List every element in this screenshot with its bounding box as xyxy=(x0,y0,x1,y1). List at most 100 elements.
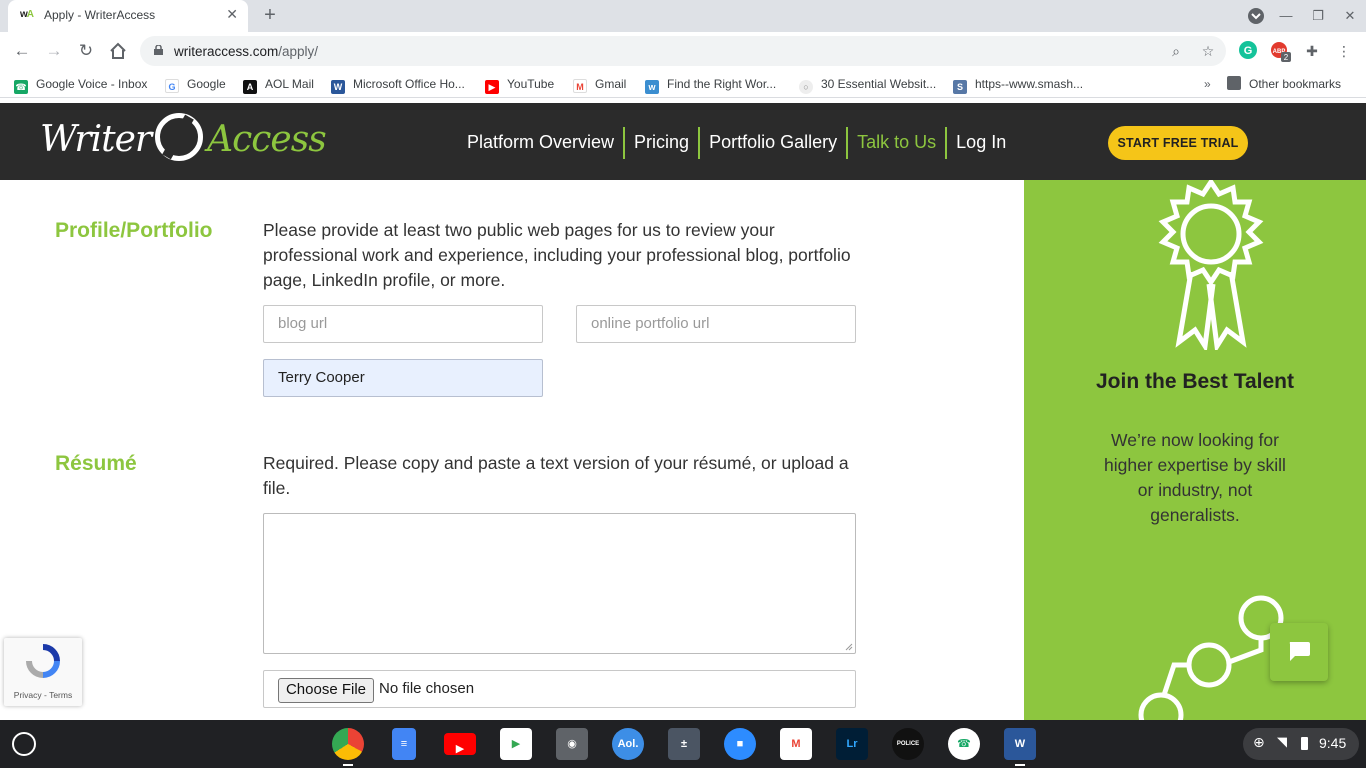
docs-app-icon[interactable]: ≡ xyxy=(392,728,416,760)
smashing-icon: S xyxy=(953,80,967,94)
choose-file-button[interactable]: Choose File xyxy=(278,678,374,703)
bookmark-item[interactable]: ▶ YouTube xyxy=(485,75,554,94)
aol-icon: A xyxy=(243,80,257,94)
chat-bubble-icon xyxy=(1289,642,1310,661)
adblock-icon[interactable]: ABP 2 xyxy=(1270,41,1291,62)
bookmark-item[interactable]: G Google xyxy=(165,75,226,93)
no-file-label: No file chosen xyxy=(379,680,475,697)
gmail-icon: M xyxy=(573,79,587,93)
camera-app-icon[interactable]: ◉ xyxy=(556,728,588,760)
additional-url-input[interactable]: Terry Cooper xyxy=(263,359,543,397)
bookmark-item[interactable]: W Microsoft Office Ho... xyxy=(331,75,465,94)
address-bar[interactable]: writeraccess.com/apply/ ⌕ ☆ xyxy=(140,36,1226,66)
youtube-icon: ▶ xyxy=(485,80,499,94)
resume-heading: Résumé xyxy=(55,452,137,475)
writeraccess-favicon-icon: wA xyxy=(20,9,34,20)
sidebar-text: We’re now looking for higher expertise b… xyxy=(1104,430,1286,525)
profile-description: Please provide at least two public web p… xyxy=(263,220,851,290)
tab-title: Apply - WriterAccess xyxy=(44,8,156,22)
application-form: Profile/Portfolio Please provide at leas… xyxy=(0,180,1024,720)
calculator-app-icon[interactable]: ± xyxy=(668,728,700,760)
bookmark-item[interactable]: M Gmail xyxy=(573,75,626,93)
reload-icon[interactable]: ↻ xyxy=(74,40,98,62)
play-store-app-icon[interactable]: ▶ xyxy=(500,728,532,760)
nav-pricing[interactable]: Pricing xyxy=(623,127,698,159)
grammarly-icon[interactable]: G xyxy=(1238,41,1258,61)
extensions-puzzle-icon[interactable]: ✚ xyxy=(1302,41,1322,61)
youtube-app-icon[interactable]: ▶ xyxy=(444,733,476,755)
lightroom-app-icon[interactable]: Lr xyxy=(836,728,868,760)
zoom-icon[interactable]: ⌕ xyxy=(1166,41,1186,61)
connector-graphic-icon xyxy=(1138,595,1284,720)
folder-icon xyxy=(1227,76,1241,90)
tab-search-icon[interactable] xyxy=(1246,6,1266,26)
site-icon: ○ xyxy=(799,80,813,94)
file-upload: Choose File No file chosen xyxy=(263,670,856,708)
talent-sidebar: Join the Best Talent We’re now looking f… xyxy=(1024,180,1366,720)
google-voice-icon: ☎ xyxy=(14,80,28,94)
chrome-menu-icon[interactable]: ⋮ xyxy=(1334,41,1354,61)
site-header: Writer Access Platform Overview Pricing P… xyxy=(0,103,1366,180)
sidebar-title: Join the Best Talent xyxy=(1096,370,1294,393)
add-icon: ⊕ xyxy=(1253,734,1265,750)
forward-icon[interactable]: → xyxy=(42,40,66,62)
nav-portfolio-gallery[interactable]: Portfolio Gallery xyxy=(698,127,846,159)
other-bookmarks[interactable]: Other bookmarks xyxy=(1227,75,1341,93)
nav-log-in[interactable]: Log In xyxy=(945,127,1015,159)
chat-button[interactable] xyxy=(1270,623,1328,681)
word-icon: W xyxy=(331,80,345,94)
recaptcha-badge[interactable]: Privacy - Terms xyxy=(4,638,82,706)
bookmark-item[interactable]: ☎ Google Voice - Inbox xyxy=(14,75,147,94)
back-icon[interactable]: ← xyxy=(10,40,34,62)
status-tray[interactable]: ⊕ ◥ 9:45 xyxy=(1243,728,1359,760)
resume-textarea[interactable] xyxy=(263,513,856,654)
word-app-icon[interactable]: W xyxy=(1004,728,1036,760)
restore-icon[interactable]: ❐ xyxy=(1308,6,1328,26)
nav-platform-overview[interactable]: Platform Overview xyxy=(458,127,623,159)
police-scanner-app-icon[interactable]: POLICE xyxy=(892,728,924,760)
bookmarks-bar: ☎ Google Voice - Inbox G Google A AOL Mail … xyxy=(0,70,1366,98)
resume-description: Required. Please copy and paste a text v… xyxy=(263,453,849,498)
google-icon: G xyxy=(165,79,179,93)
bookmark-item[interactable]: w Find the Right Wor... xyxy=(645,75,776,94)
aol-app-icon[interactable]: Aol. xyxy=(612,728,644,760)
url-text: writeraccess.com/apply/ xyxy=(174,44,319,59)
wordhippo-icon: w xyxy=(645,80,659,94)
more-bookmarks-icon[interactable]: » xyxy=(1204,75,1211,93)
new-tab-button[interactable]: + xyxy=(258,4,282,28)
active-app-indicator xyxy=(1015,764,1025,766)
zoom-app-icon[interactable]: ■ xyxy=(724,728,756,760)
active-app-indicator xyxy=(343,764,353,766)
minimize-icon[interactable]: — xyxy=(1276,6,1296,26)
logo-swirl-icon xyxy=(155,113,204,161)
close-window-icon[interactable]: ✕ xyxy=(1340,6,1360,26)
wifi-icon: ◥ xyxy=(1277,734,1287,749)
main-nav: Platform Overview Pricing Portfolio Gall… xyxy=(458,127,1015,159)
bookmark-item[interactable]: Shttps--www.smash... xyxy=(953,75,1083,94)
browser-tab-strip: wA Apply - WriterAccess ✕ + — ❐ ✕ xyxy=(0,0,1366,32)
bookmark-item[interactable]: A AOL Mail xyxy=(243,75,314,94)
phone-app-icon[interactable]: ☎ xyxy=(948,728,980,760)
start-free-trial-button[interactable]: START FREE TRIAL xyxy=(1108,126,1248,160)
chrome-app-icon[interactable] xyxy=(332,728,364,760)
browser-toolbar: ← → ↻ writeraccess.com/apply/ ⌕ ☆ G ABP 2… xyxy=(0,32,1366,70)
home-icon[interactable] xyxy=(106,40,130,62)
bookmark-star-icon[interactable]: ☆ xyxy=(1198,41,1218,61)
writeraccess-logo[interactable]: Writer Access xyxy=(40,113,327,163)
portfolio-url-input[interactable]: online portfolio url xyxy=(576,305,856,343)
svg-text:G: G xyxy=(1244,45,1253,57)
recaptcha-links[interactable]: Privacy - Terms xyxy=(4,690,82,700)
launcher-icon[interactable] xyxy=(12,732,36,756)
clock: 9:45 xyxy=(1319,735,1347,751)
bookmark-item[interactable]: ○ 30 Essential Websit... xyxy=(799,75,936,94)
blog-url-input[interactable]: blog url xyxy=(263,305,543,343)
browser-tab[interactable]: wA Apply - WriterAccess ✕ xyxy=(8,0,248,32)
profile-portfolio-heading: Profile/Portfolio xyxy=(55,219,213,242)
nav-talk-to-us[interactable]: Talk to Us xyxy=(846,127,945,159)
os-shelf: ≡ ▶ ▶ ◉ Aol. ± ■ M Lr POLICE ☎ W ⊕ ◥ 9:4… xyxy=(0,720,1366,768)
svg-text:2: 2 xyxy=(1284,53,1289,62)
resize-handle-icon[interactable] xyxy=(845,643,853,651)
gmail-app-icon[interactable]: M xyxy=(780,728,812,760)
recaptcha-logo-icon xyxy=(26,644,60,678)
close-tab-icon[interactable]: ✕ xyxy=(226,6,238,23)
